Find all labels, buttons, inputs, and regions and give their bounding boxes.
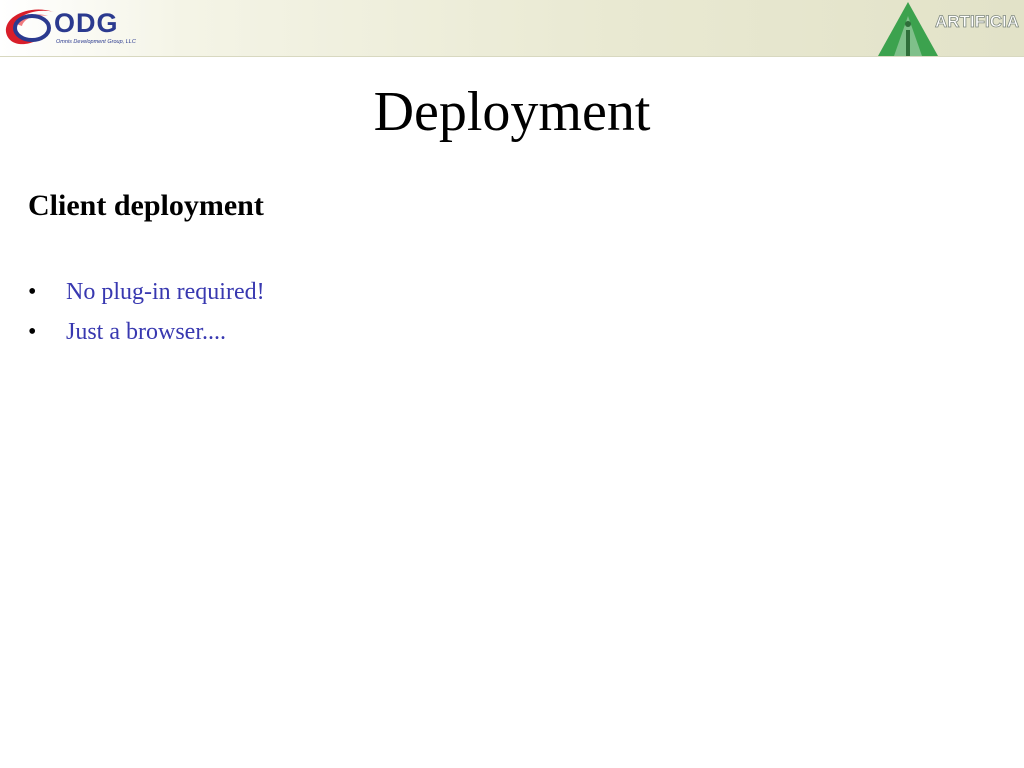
bullet-dot-icon: • xyxy=(28,279,37,305)
bullet-text: No plug-in required! xyxy=(66,279,265,305)
artificia-wordmark: ARTIFICIA xyxy=(935,12,1020,31)
odg-swoosh-logo-icon xyxy=(5,9,55,45)
slide-title: Deployment xyxy=(373,81,651,143)
bullet-list: • No plug-in required! • Just a browser.… xyxy=(28,278,265,358)
odg-wordmark: ODG xyxy=(54,8,119,38)
section-heading: Client deployment xyxy=(28,189,264,222)
bullet-text: Just a browser.... xyxy=(66,319,226,345)
artificia-triangle-logo-icon xyxy=(878,2,938,56)
header-band: ODG Omnis Development Group, LLC ARTIFIC… xyxy=(0,0,1024,57)
bullet-dot-icon: • xyxy=(28,319,37,345)
bullet-item: • Just a browser.... xyxy=(28,318,265,346)
bullet-item: • No plug-in required! xyxy=(28,278,265,306)
odg-subtitle: Omnis Development Group, LLC xyxy=(56,39,136,45)
odg-logo: ODG Omnis Development Group, LLC xyxy=(2,2,162,52)
